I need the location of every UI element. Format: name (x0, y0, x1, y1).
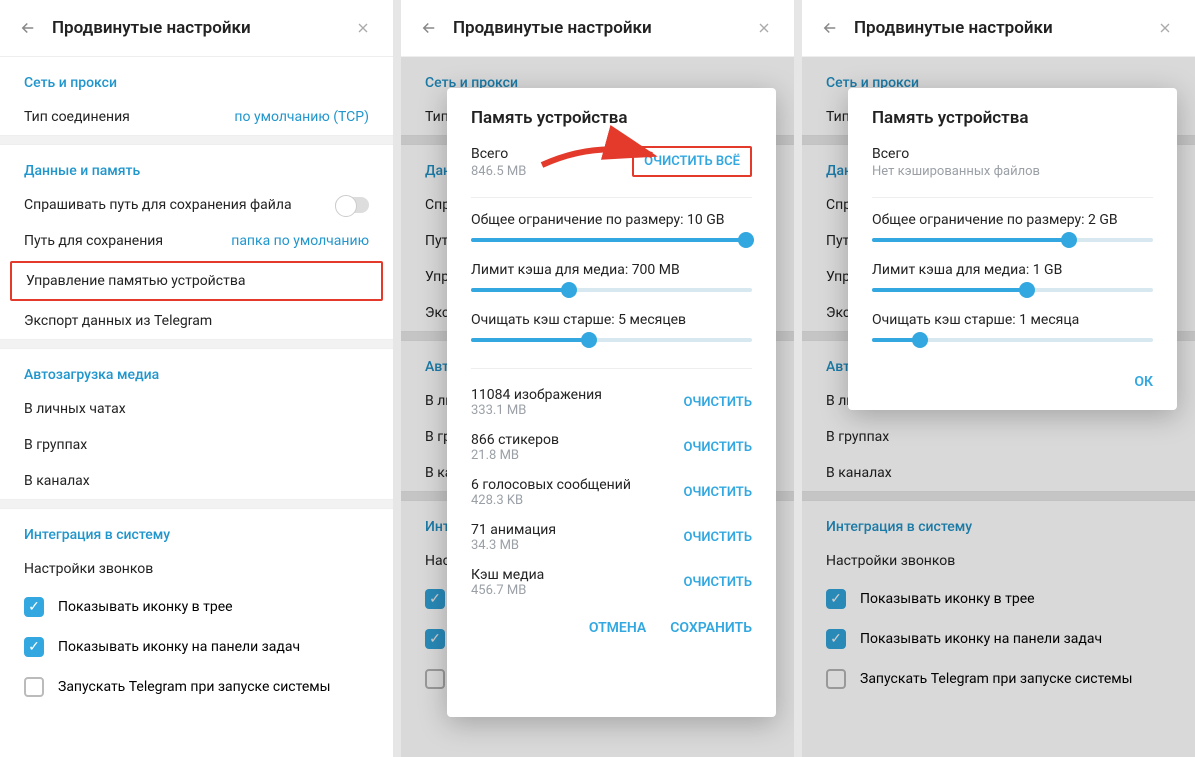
back-icon[interactable] (820, 18, 840, 38)
connection-type-value: по умолчанию (TCP) (234, 109, 369, 125)
divider (0, 135, 393, 145)
settings-panel-2: Продвинутые настройки Сеть и прокси Тип … (401, 0, 794, 757)
page-title: Продвинутые настройки (453, 18, 754, 38)
cache-clear-button[interactable]: ОЧИСТИТЬ (683, 395, 752, 410)
checkbox-icon[interactable] (24, 677, 44, 697)
header: Продвинутые настройки (401, 0, 794, 57)
total-value: Нет кэшированных файлов (872, 164, 1153, 179)
autoload-groups-label: В группах (24, 437, 87, 453)
back-icon[interactable] (18, 18, 38, 38)
settings-panel-1: Продвинутые настройки Сеть и прокси Тип … (0, 0, 393, 757)
media-cache-slider[interactable] (872, 288, 1153, 292)
manage-storage-label: Управление памятью устройства (26, 273, 245, 289)
section-system: Интеграция в систему (0, 509, 393, 551)
annotation-arrow (537, 130, 667, 184)
cache-list: 11084 изображения333.1 MBОЧИСТИТЬ866 сти… (471, 383, 752, 608)
cache-item-count: Кэш медиа (471, 567, 544, 583)
cache-clear-button[interactable]: ОЧИСТИТЬ (683, 575, 752, 590)
size-limit-slider[interactable] (872, 238, 1153, 242)
page-title: Продвинутые настройки (52, 18, 353, 38)
cache-item-count: 866 стикеров (471, 432, 559, 448)
divider (0, 499, 393, 509)
download-path-row[interactable]: Путь для сохранения папка по умолчанию (0, 223, 393, 259)
close-icon[interactable] (1155, 18, 1175, 38)
total-label: Всего (872, 146, 1153, 162)
modal-title: Память устройства (471, 108, 752, 128)
header: Продвинутые настройки (0, 0, 393, 57)
settings-panel-3: Продвинутые настройки Сеть и прокси Тип … (802, 0, 1195, 757)
close-icon[interactable] (754, 18, 774, 38)
autoload-private-row[interactable]: В личных чатах (0, 391, 393, 427)
cache-item-size: 34.3 MB (471, 538, 556, 553)
divider (0, 339, 393, 349)
page-title: Продвинутые настройки (854, 18, 1155, 38)
launch-startup-row[interactable]: Запускать Telegram при запуске системы (0, 667, 393, 707)
cache-item-size: 21.8 MB (471, 448, 559, 463)
cache-item-row: 866 стикеров21.8 MB ОЧИСТИТЬ (471, 428, 752, 473)
cache-item-size: 333.1 MB (471, 403, 602, 418)
cache-item-size: 428.3 KB (471, 493, 631, 508)
clear-older-label: Очищать кэш старше: 5 месяцев (471, 312, 752, 328)
media-cache-label: Лимит кэша для медиа: 1 GB (872, 262, 1153, 278)
cache-clear-button[interactable]: ОЧИСТИТЬ (683, 530, 752, 545)
storage-modal-empty: Память устройства Всего Нет кэшированных… (848, 88, 1177, 410)
cache-item-count: 6 голосовых сообщений (471, 477, 631, 493)
taskbar-icon-label: Показывать иконку на панели задач (58, 639, 300, 655)
manage-storage-row[interactable]: Управление памятью устройства (10, 261, 383, 301)
clear-older-slider[interactable] (872, 338, 1153, 342)
download-path-value: папка по умолчанию (231, 233, 369, 249)
size-limit-label: Общее ограничение по размеру: 10 GB (471, 212, 752, 228)
clear-older-label: Очищать кэш старше: 1 месяца (872, 312, 1153, 328)
total-label: Всего (471, 146, 526, 162)
size-limit-slider[interactable] (471, 238, 752, 242)
cache-item-count: 71 анимация (471, 522, 556, 538)
cache-item-count: 11084 изображения (471, 387, 602, 403)
tray-icon-label: Показывать иконку в трее (58, 599, 233, 615)
cache-item-row: Кэш медиа456.7 MB ОЧИСТИТЬ (471, 563, 752, 608)
close-icon[interactable] (353, 18, 373, 38)
checkbox-icon[interactable]: ✓ (24, 637, 44, 657)
export-data-label: Экспорт данных из Telegram (24, 313, 212, 329)
taskbar-icon-row[interactable]: ✓ Показывать иконку на панели задач (0, 627, 393, 667)
cache-item-row: 71 анимация34.3 MB ОЧИСТИТЬ (471, 518, 752, 563)
size-limit-label: Общее ограничение по размеру: 2 GB (872, 212, 1153, 228)
ok-button[interactable]: ОК (1134, 374, 1153, 390)
cancel-button[interactable]: ОТМЕНА (589, 620, 646, 636)
media-cache-label: Лимит кэша для медиа: 700 MB (471, 262, 752, 278)
cache-item-size: 456.7 MB (471, 583, 544, 598)
header: Продвинутые настройки (802, 0, 1195, 57)
total-value: 846.5 MB (471, 164, 526, 179)
section-data: Данные и память (0, 145, 393, 187)
media-cache-slider[interactable] (471, 288, 752, 292)
launch-startup-label: Запускать Telegram при запуске системы (58, 679, 331, 695)
cache-clear-button[interactable]: ОЧИСТИТЬ (683, 440, 752, 455)
connection-type-row[interactable]: Тип соединения по умолчанию (TCP) (0, 99, 393, 135)
call-settings-row[interactable]: Настройки звонков (0, 551, 393, 587)
call-settings-label: Настройки звонков (24, 561, 153, 577)
autoload-channels-row[interactable]: В каналах (0, 463, 393, 499)
autoload-groups-row[interactable]: В группах (0, 427, 393, 463)
back-icon[interactable] (419, 18, 439, 38)
save-button[interactable]: СОХРАНИТЬ (670, 620, 752, 636)
tray-icon-row[interactable]: ✓ Показывать иконку в трее (0, 587, 393, 627)
connection-type-label: Тип соединения (24, 109, 130, 125)
section-network: Сеть и прокси (0, 57, 393, 99)
section-autoload: Автозагрузка медиа (0, 349, 393, 391)
cache-item-row: 11084 изображения333.1 MB ОЧИСТИТЬ (471, 383, 752, 428)
download-path-label: Путь для сохранения (24, 233, 163, 249)
modal-title: Память устройства (872, 108, 1153, 128)
checkbox-icon[interactable]: ✓ (24, 597, 44, 617)
autoload-private-label: В личных чатах (24, 401, 126, 417)
cache-clear-button[interactable]: ОЧИСТИТЬ (683, 485, 752, 500)
ask-download-path-row[interactable]: Спрашивать путь для сохранения файла (0, 187, 393, 223)
ask-download-path-label: Спрашивать путь для сохранения файла (24, 197, 292, 213)
export-data-row[interactable]: Экспорт данных из Telegram (0, 303, 393, 339)
clear-older-slider[interactable] (471, 338, 752, 342)
cache-item-row: 6 голосовых сообщений428.3 KB ОЧИСТИТЬ (471, 473, 752, 518)
autoload-channels-label: В каналах (24, 473, 90, 489)
ask-download-path-toggle[interactable] (335, 197, 369, 213)
